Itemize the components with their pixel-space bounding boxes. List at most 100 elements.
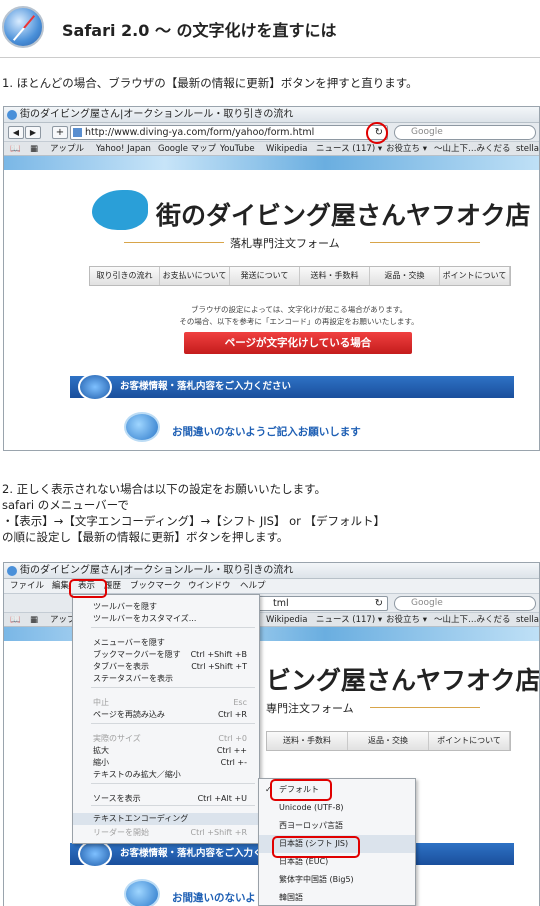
menu-item-shortcut: Esc [233,698,247,707]
bookmark-item[interactable]: Wikipedia [266,142,307,156]
bookmark-item[interactable]: お役立ち ▾ [386,613,427,627]
encoding-option[interactable]: Unicode (UTF-8) [259,799,415,817]
bookmark-item[interactable]: ニュース (117) ▾ [316,142,382,156]
search-placeholder: Google [411,127,443,137]
menu-item-label: ページを再読み込み [93,710,165,719]
menu-item-shortcut: Ctrl +Shift +T [191,662,247,671]
toolbar: ◀ ▶ + http://www.diving-ya.com/form/yaho… [4,123,539,142]
fish-icon [78,840,112,868]
bookmark-item[interactable]: Google マップ [158,142,216,156]
add-bookmark-button[interactable]: + [52,126,68,139]
menu-item-shortcut: Ctrl +Shift +R [190,828,247,837]
nav-item[interactable]: 返品・交換 [348,732,429,750]
bookmark-item[interactable]: Yahoo! Japan [96,142,151,156]
view-menu-item[interactable]: ツールバーを隠す [73,601,259,613]
back-button[interactable]: ◀ [8,126,24,139]
search-field[interactable]: Google [394,596,536,611]
notice-heading: お間違いのないようご記入お願いします [172,426,361,438]
safari-compass-icon [2,6,44,48]
menu-separator [91,805,255,806]
view-menu-item[interactable]: 拡大 Ctrl ++ [73,745,259,757]
bookmark-item[interactable]: ニュース (117) ▾ [316,613,382,627]
encoding-option-label: Unicode (UTF-8) [279,803,344,812]
grid-icon[interactable]: ▦ [30,142,38,156]
menu-item-label: ツールバーをカスタマイズ... [93,614,197,623]
safari-window-icon [7,566,17,576]
address-value: tml [273,598,289,609]
encoding-option[interactable]: 繁体字中国語 (Big5) [259,871,415,889]
bookmark-item[interactable]: 〜山上下…みくだる [434,613,511,627]
article-header: Safari 2.0 〜 の文字化けを直すには [0,0,540,58]
nav-item[interactable]: 発送について [230,267,300,285]
site-logo: 街のダイビング屋さんヤフオク店 [156,201,531,230]
view-menu-item: 実際のサイズ Ctrl +0 [73,733,259,745]
garbled-page-button[interactable]: ページが文字化けしている場合 [184,332,412,354]
menu-bookmarks[interactable]: ブックマーク [130,579,181,594]
view-menu-item[interactable]: メニューバーを隠す [73,637,259,649]
view-menu-item[interactable]: テキストエンコーディング [73,813,259,825]
encoding-option-label: 韓国語 [279,893,303,902]
fish-icon [78,373,112,401]
book-icon[interactable]: 📖 [10,142,21,156]
nav-item[interactable]: ポイントについて [429,732,510,750]
address-field[interactable]: tml ↻ [258,596,388,611]
view-menu-item[interactable]: 縮小 Ctrl +- [73,757,259,769]
view-menu-item[interactable]: ツールバーをカスタマイズ... [73,613,259,625]
menu-item-shortcut: Ctrl +Alt +U [197,794,247,803]
window-titlebar: 街のダイビング屋さん|オークションルール・取り引きの流れ [4,107,539,123]
menu-help[interactable]: ヘルプ [240,579,266,594]
bookmark-item[interactable]: stella [516,613,539,627]
menu-item-label: ツールバーを隠す [93,602,157,611]
menu-edit[interactable]: 編集 [52,579,69,594]
nav-item[interactable]: 送料・手数料 [267,732,348,750]
address-value: http://www.diving-ya.com/form/yahoo/form… [85,127,315,138]
bookmark-item[interactable]: YouTube [220,142,255,156]
window-title: 街のダイビング屋さん|オークションルール・取り引きの流れ [20,109,294,120]
menu-file[interactable]: ファイル [10,579,44,594]
question-bubble-icon [124,412,160,442]
book-icon[interactable]: 📖 [10,613,21,627]
site-subtitle: 専門注文フォーム [266,702,354,715]
divider [370,242,480,243]
reload-icon[interactable]: ↻ [375,598,383,609]
page-title: Safari 2.0 〜 の文字化けを直すには [62,21,337,40]
address-field[interactable]: http://www.diving-ya.com/form/yahoo/form… [70,125,388,140]
bookmark-item[interactable]: 〜山上下…みくだる [434,142,511,156]
menu-separator [91,723,255,724]
menu-window[interactable]: ウインドウ [188,579,231,594]
forward-button[interactable]: ▶ [25,126,41,139]
step2-line: 2. 正しく表示されない場合は以下の設定をお願いいたします。 [2,482,326,496]
encoding-option-label: 西ヨーロッパ言語 [279,821,343,830]
view-menu-item[interactable]: テキストのみ拡大／縮小 [73,769,259,781]
browser-screenshot-1: 街のダイビング屋さん|オークションルール・取り引きの流れ ◀ ▶ + http:… [3,106,540,451]
view-menu-item[interactable]: ブックマークバーを隠す Ctrl +Shift +B [73,649,259,661]
top-wave-decoration [4,156,539,170]
customer-info-band: お客様情報・落札内容をご入力ください [70,373,514,401]
grid-icon[interactable]: ▦ [30,613,38,627]
window-title: 街のダイビング屋さん|オークションルール・取り引きの流れ [20,565,294,576]
view-menu-item[interactable]: タブバーを表示 Ctrl +Shift +T [73,661,259,673]
bookmark-item[interactable]: Wikipedia [266,613,307,627]
nav-item[interactable]: 送料・手数料 [300,267,370,285]
nav-item[interactable]: ポイントについて [440,267,510,285]
menu-item-shortcut: Ctrl ++ [216,746,247,755]
encoding-option[interactable]: 韓国語 [259,889,415,906]
step1-text: 1. ほとんどの場合、ブラウザの【最新の情報に更新】ボタンを押すと直ります。 [2,76,418,90]
nav-item[interactable]: 取り引きの流れ [90,267,160,285]
menu-separator [91,687,255,688]
bookmark-item[interactable]: stella [516,142,539,156]
search-field[interactable]: Google [394,125,536,140]
bookmark-item[interactable]: アップル [50,142,84,156]
menu-item-label: 実際のサイズ [93,734,141,743]
view-menu-item[interactable]: ページを再読み込み Ctrl +R [73,709,259,721]
favicon-icon [73,128,82,137]
bookmark-item[interactable]: お役立ち ▾ [386,142,427,156]
view-menu-item[interactable]: ソースを表示 Ctrl +Alt +U [73,793,259,805]
menu-separator [91,783,255,784]
nav-item[interactable]: お支払いについて [160,267,230,285]
menu-item-shortcut: Ctrl +Shift +B [190,650,247,659]
site-subtitle: 落札専門注文フォーム [230,237,340,250]
view-menu-item[interactable]: ステータスバーを表示 [73,673,259,685]
encoding-option[interactable]: 西ヨーロッパ言語 [259,817,415,835]
nav-item[interactable]: 返品・交換 [370,267,440,285]
